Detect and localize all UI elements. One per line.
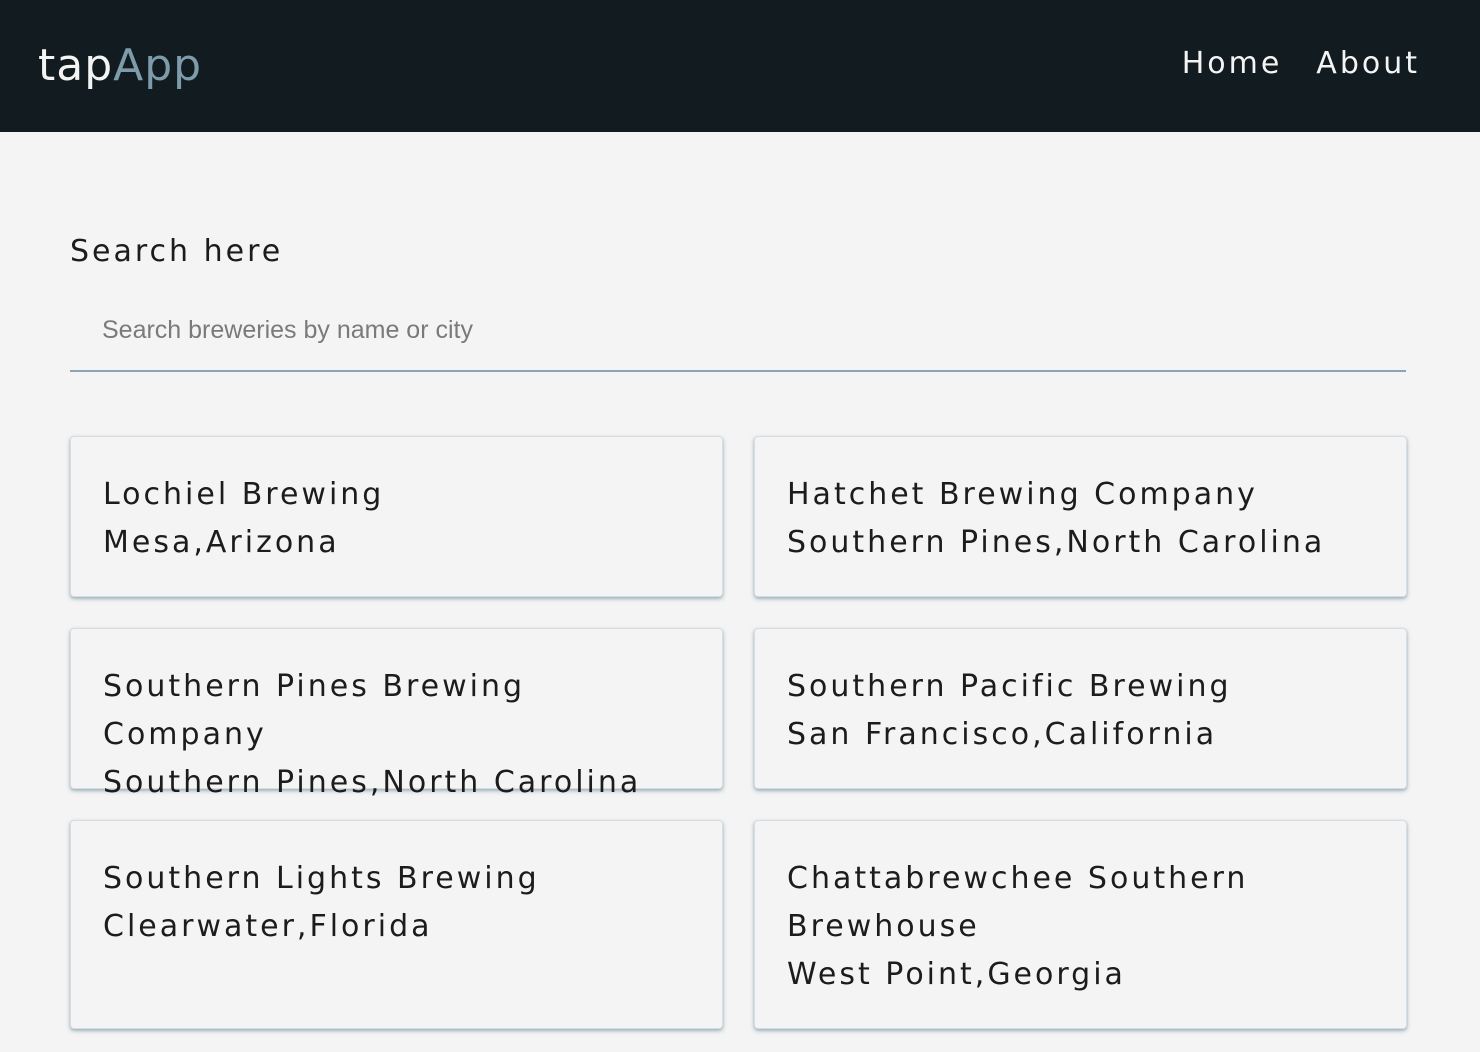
brewery-name: Southern Pines Brewing Company: [103, 669, 526, 752]
nav-link-home[interactable]: Home: [1182, 44, 1283, 84]
logo-text-app: App: [113, 40, 203, 91]
brewery-card[interactable]: Chattabrewchee Southern Brewhouse West P…: [754, 820, 1407, 1029]
brewery-location: San Francisco,California: [787, 717, 1218, 752]
brewery-name: Chattabrewchee Southern Brewhouse: [787, 861, 1249, 944]
brewery-card[interactable]: Southern Pacific Brewing San Francisco,C…: [754, 628, 1407, 789]
navbar: tapApp Home About: [0, 0, 1480, 132]
brewery-name: Southern Lights Brewing: [103, 861, 540, 896]
brewery-card[interactable]: Hatchet Brewing Company Southern Pines,N…: [754, 436, 1407, 597]
brewery-location: Mesa,Arizona: [103, 525, 340, 560]
brewery-name: Lochiel Brewing: [103, 477, 385, 512]
brewery-card[interactable]: Lochiel Brewing Mesa,Arizona: [70, 436, 723, 597]
search-input[interactable]: [70, 290, 1406, 372]
brewery-card[interactable]: Southern Pines Brewing Company Southern …: [70, 628, 723, 800]
brewery-location: Southern Pines,North Carolina: [787, 525, 1326, 560]
brewery-location: West Point,Georgia: [787, 957, 1126, 992]
brewery-card[interactable]: Southern Lights Brewing Clearwater,Flori…: [70, 820, 723, 1029]
logo-text-tap: tap: [38, 40, 114, 91]
search-label: Search here: [70, 234, 284, 269]
brewery-location: Southern Pines,North Carolina: [103, 765, 642, 800]
brewery-location: Clearwater,Florida: [103, 909, 433, 944]
nav-links: Home About: [1182, 44, 1420, 84]
nav-link-about[interactable]: About: [1316, 44, 1420, 84]
brewery-name: Hatchet Brewing Company: [787, 477, 1258, 512]
app-logo[interactable]: tapApp: [38, 38, 202, 94]
brewery-name: Southern Pacific Brewing: [787, 669, 1232, 704]
